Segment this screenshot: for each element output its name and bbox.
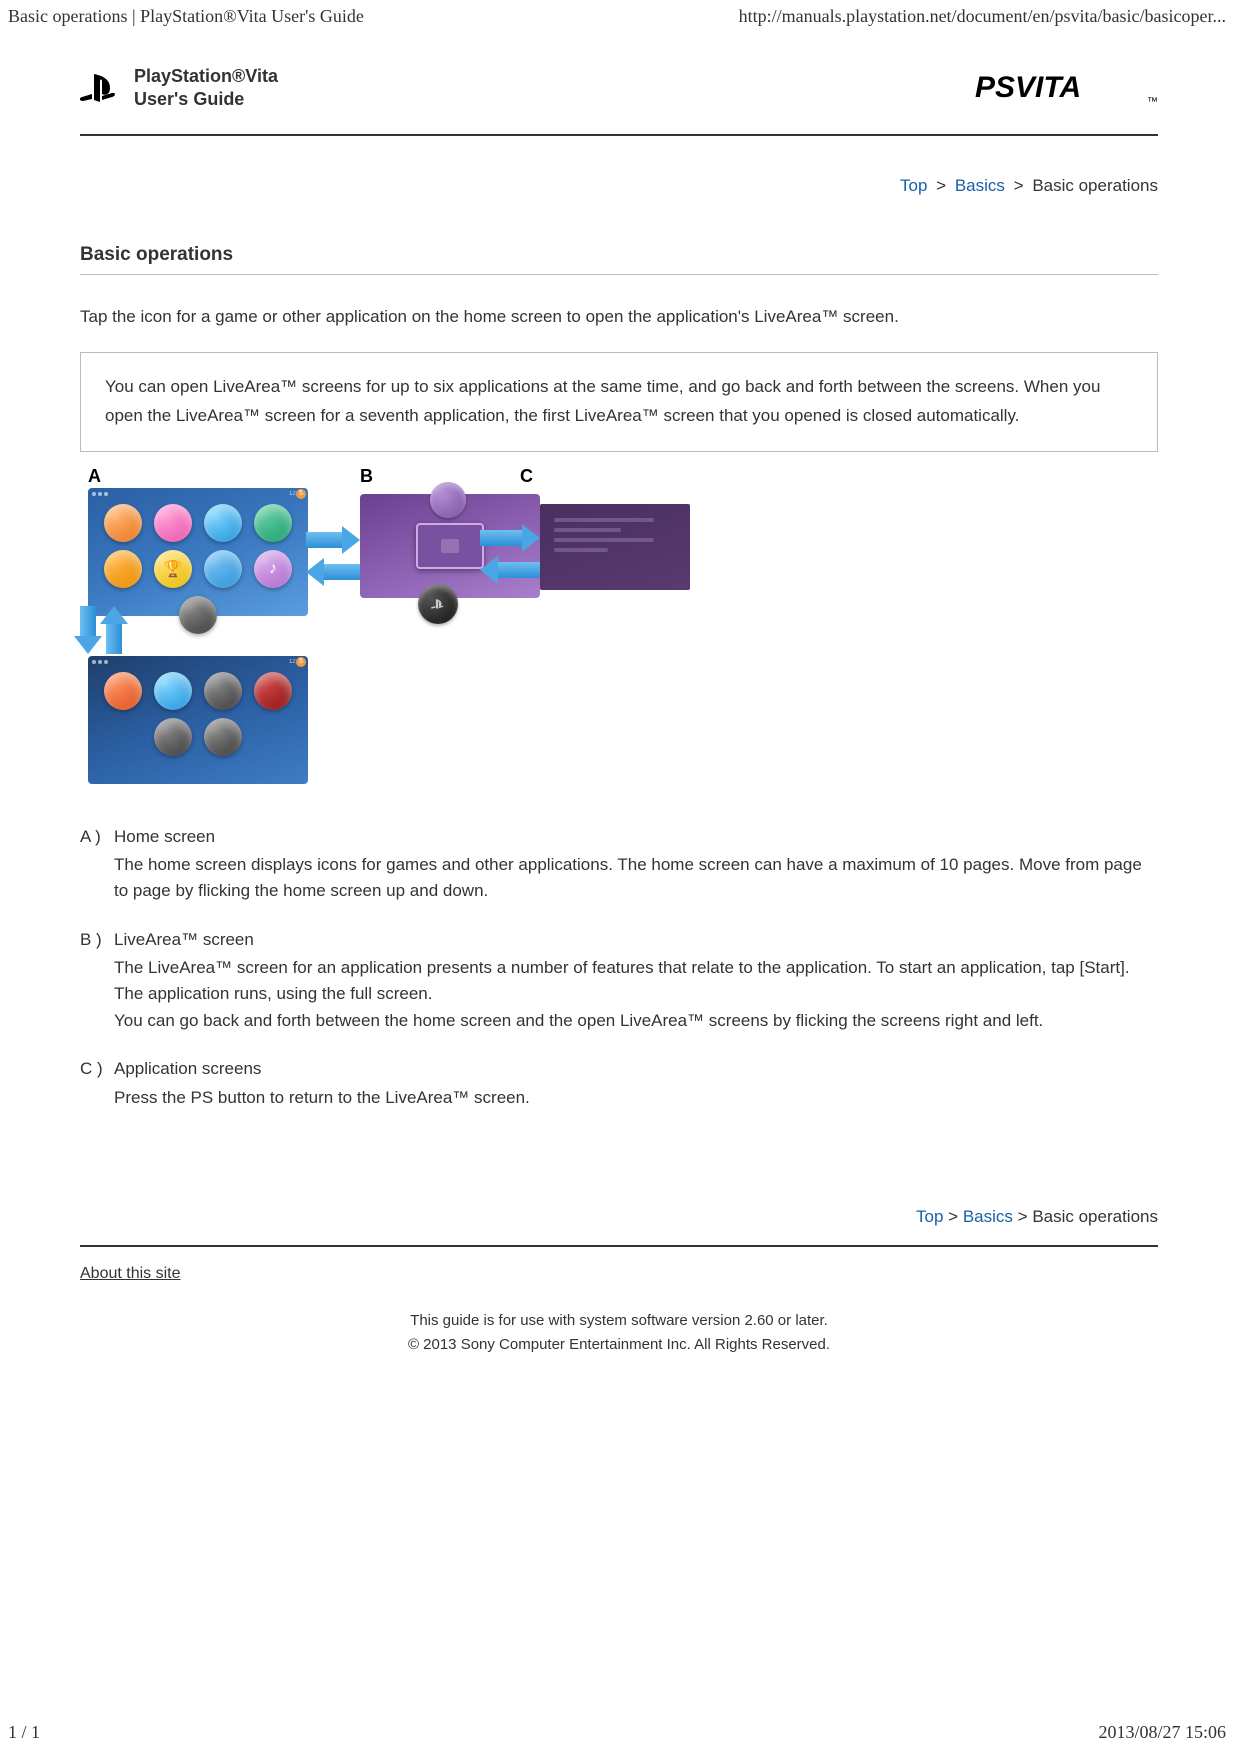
definition-item: C ) Application screens Press the PS but… [80, 1056, 1158, 1111]
page-tab-title: Basic operations | PlayStation®Vita User… [8, 6, 364, 27]
footer-note-line1: This guide is for use with system softwa… [80, 1309, 1158, 1333]
about-site-link[interactable]: About this site [80, 1265, 181, 1283]
print-footer: 1 / 1 2013/08/27 15:06 [8, 1722, 1226, 1743]
arrow-left-icon [306, 558, 360, 586]
playstation-logo-icon [80, 72, 120, 104]
breadcrumb-top-link[interactable]: Top [900, 176, 927, 195]
definition-body: Press the PS button to return to the Liv… [114, 1085, 1158, 1111]
guide-title-line1: PlayStation®Vita [134, 65, 278, 88]
psvita-logo: PSVITA ™ [975, 69, 1158, 108]
arrow-left-icon [480, 556, 540, 584]
footer-note: This guide is for use with system softwa… [80, 1309, 1158, 1357]
application-screen-thumb [540, 504, 690, 590]
page-title: Basic operations [80, 244, 1158, 275]
breadcrumb-basics-link[interactable]: Basics [963, 1207, 1013, 1226]
diagram-label-c: C [520, 466, 533, 487]
page-number: 1 / 1 [8, 1722, 40, 1743]
svg-text:PSVITA: PSVITA [975, 71, 1081, 104]
arrow-right-icon [306, 526, 360, 554]
definition-marker: C ) [80, 1056, 114, 1111]
arrow-down-icon [74, 606, 102, 654]
footer-note-line2: © 2013 Sony Computer Entertainment Inc. … [80, 1333, 1158, 1357]
home-screen-thumb-1: 12:34 5 🏆 ♪ [88, 488, 308, 616]
page-url: http://manuals.playstation.net/document/… [739, 6, 1226, 27]
home-screen-thumb-2: 12:34 5 [88, 656, 308, 784]
guide-title: PlayStation®Vita User's Guide [134, 65, 278, 112]
breadcrumb-sep: > [1014, 176, 1024, 195]
breadcrumb: Top > Basics > Basic operations [80, 176, 1158, 196]
breadcrumb-current: Basic operations [1032, 1207, 1158, 1226]
arrow-right-icon [480, 524, 540, 552]
header-divider [80, 134, 1158, 136]
info-note-box: You can open LiveArea™ screens for up to… [80, 352, 1158, 452]
breadcrumb-sep: > [948, 1207, 958, 1226]
breadcrumb-top-link[interactable]: Top [916, 1207, 943, 1226]
definition-marker: A ) [80, 824, 114, 905]
site-header: PlayStation®Vita User's Guide PSVITA ™ [80, 65, 1158, 124]
definition-body: The LiveArea™ screen for an application … [114, 955, 1158, 1034]
print-timestamp: 2013/08/27 15:06 [1098, 1722, 1226, 1743]
definition-item: B ) LiveArea™ screen The LiveArea™ scree… [80, 927, 1158, 1034]
breadcrumb-sep: > [1018, 1207, 1028, 1226]
browser-chrome-header: Basic operations | PlayStation®Vita User… [0, 0, 1238, 35]
definition-title: Home screen [114, 824, 1158, 850]
livearea-floating-bubble [430, 482, 466, 518]
screens-diagram: A B C 12:34 5 🏆 ♪ 12:34 5 [80, 466, 710, 786]
breadcrumb-basics-link[interactable]: Basics [955, 176, 1005, 195]
breadcrumb-sep: > [936, 176, 946, 195]
ps-button-icon [418, 584, 458, 624]
definition-title: Application screens [114, 1056, 1158, 1082]
guide-title-line2: User's Guide [134, 88, 278, 111]
breadcrumb-current: Basic operations [1032, 176, 1158, 195]
definition-body: The home screen displays icons for games… [114, 852, 1158, 905]
arrow-up-icon [100, 606, 128, 654]
breadcrumb-bottom: Top > Basics > Basic operations [80, 1207, 1158, 1227]
trademark-symbol: ™ [1147, 96, 1158, 108]
intro-paragraph: Tap the icon for a game or other applica… [80, 303, 1158, 330]
diagram-label-a: A [88, 466, 101, 487]
diagram-label-b: B [360, 466, 373, 487]
definition-title: LiveArea™ screen [114, 927, 1158, 953]
definition-marker: B ) [80, 927, 114, 1034]
definition-item: A ) Home screen The home screen displays… [80, 824, 1158, 905]
footer-divider [80, 1245, 1158, 1247]
definition-list: A ) Home screen The home screen displays… [80, 824, 1158, 1111]
